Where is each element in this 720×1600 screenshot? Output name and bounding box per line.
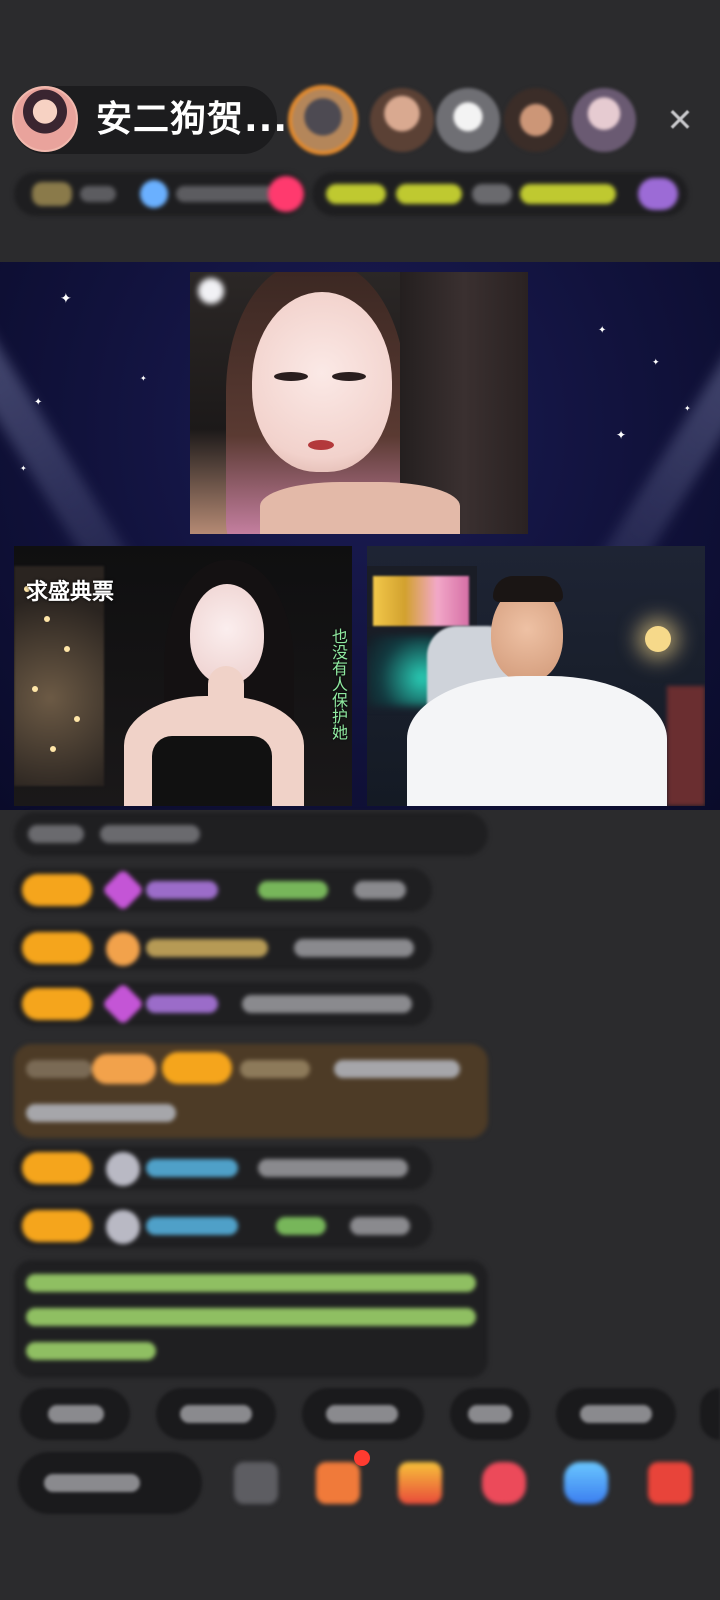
- star-icon: ✦: [598, 325, 607, 336]
- host-avatar[interactable]: [12, 86, 78, 152]
- quick-reply-chip[interactable]: [156, 1388, 276, 1440]
- star-icon: ✦: [60, 291, 72, 307]
- emoji-icon[interactable]: [234, 1462, 278, 1504]
- host-name[interactable]: 安二狗贺...: [96, 98, 288, 142]
- chat-message[interactable]: [14, 926, 432, 970]
- video-feed-guest-right[interactable]: [367, 546, 705, 806]
- quick-reply-chip[interactable]: [700, 1388, 720, 1440]
- treasure-icon[interactable]: [398, 1462, 442, 1504]
- top-viewer-avatar-3[interactable]: [436, 88, 500, 152]
- chat-system-notice[interactable]: [14, 1260, 488, 1378]
- gift-icon[interactable]: [648, 1462, 692, 1504]
- top-viewer-avatar-4[interactable]: [504, 88, 568, 152]
- chat-message[interactable]: [14, 982, 432, 1026]
- fan-club-icon[interactable]: [482, 1462, 526, 1504]
- star-icon: ✦: [140, 374, 147, 383]
- star-icon: ✦: [616, 428, 627, 442]
- quick-reply-chip[interactable]: [556, 1388, 676, 1440]
- room-stats-badges[interactable]: [14, 172, 306, 216]
- chat-message[interactable]: [14, 1204, 432, 1248]
- star-icon: ✦: [684, 404, 691, 413]
- room-activity-badges[interactable]: [312, 172, 688, 216]
- close-icon[interactable]: ✕: [662, 102, 698, 138]
- guest-left-caption: 求盛典票: [26, 580, 115, 605]
- star-icon: ✦: [34, 397, 43, 408]
- chat-message-system[interactable]: [14, 812, 488, 856]
- top-viewer-avatar-5[interactable]: [572, 88, 636, 152]
- quick-reply-chip[interactable]: [302, 1388, 424, 1440]
- star-icon: ✦: [652, 358, 660, 368]
- comment-input[interactable]: [18, 1452, 202, 1514]
- quick-reply-chip[interactable]: [20, 1388, 130, 1440]
- chat-message[interactable]: [14, 1146, 432, 1190]
- notification-dot-icon: [354, 1450, 370, 1466]
- chat-message[interactable]: [14, 868, 432, 912]
- top-viewer-avatar-1[interactable]: [288, 85, 358, 155]
- gift-box-icon[interactable]: [316, 1462, 360, 1504]
- link-mic-icon[interactable]: [564, 1462, 608, 1504]
- top-viewer-avatar-2[interactable]: [370, 88, 434, 152]
- star-icon: ✦: [20, 464, 27, 473]
- video-feed-main[interactable]: [190, 272, 528, 534]
- quick-reply-chip[interactable]: [450, 1388, 530, 1440]
- chat-gift-message[interactable]: [14, 1044, 488, 1138]
- guest-left-overlay-text: 也没有人保护她: [329, 628, 348, 740]
